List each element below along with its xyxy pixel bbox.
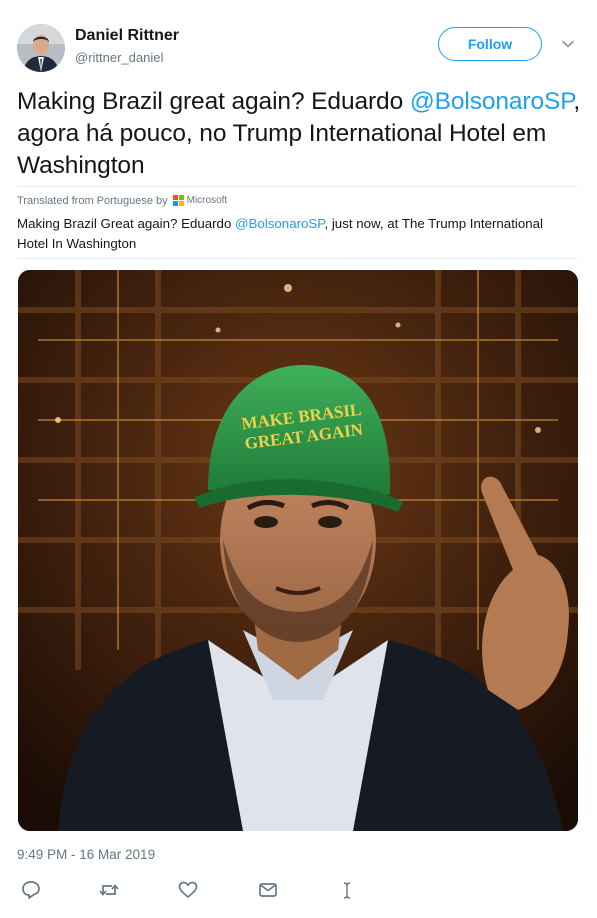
envelope-icon[interactable]	[256, 878, 280, 902]
user-handle[interactable]: @rittner_daniel	[75, 50, 163, 65]
translated-text: Making Brazil Great again? Eduardo @Bols…	[17, 214, 577, 254]
tweet-timestamp[interactable]: 9:49 PM - 16 Mar 2019	[17, 847, 155, 862]
avatar-image	[17, 24, 65, 72]
follow-button[interactable]: Follow	[438, 27, 542, 61]
translation-notice: Translated from Portuguese by Microsoft	[17, 186, 577, 214]
chevron-down-icon[interactable]	[561, 38, 575, 50]
translation-notice-text: Translated from Portuguese by	[17, 194, 168, 207]
display-name[interactable]: Daniel Rittner	[75, 27, 179, 45]
tweet-actions	[17, 878, 577, 908]
heart-icon[interactable]	[176, 878, 200, 902]
reply-icon[interactable]	[19, 878, 43, 902]
translated-text-part: Making Brazil Great again? Eduardo	[17, 216, 236, 231]
retweet-icon[interactable]	[97, 878, 121, 902]
mention-link[interactable]: @BolsonaroSP	[410, 88, 574, 115]
tweet-text: Making Brazil great again? Eduardo @Bols…	[17, 86, 582, 182]
tweet-text-part: Making Brazil great again? Eduardo	[17, 88, 410, 115]
text-cursor-icon	[343, 882, 351, 899]
avatar[interactable]	[17, 24, 65, 72]
divider	[17, 258, 577, 259]
tweet-header: Daniel Rittner @rittner_daniel Follow	[17, 20, 580, 72]
mention-link[interactable]: @BolsonaroSP	[235, 216, 324, 231]
translation-provider[interactable]: Microsoft	[187, 195, 228, 206]
tweet-photo[interactable]: MAKE BRASIL GREAT AGAIN	[18, 270, 578, 831]
microsoft-logo-icon	[172, 195, 184, 206]
selfie-photo: MAKE BRASIL GREAT AGAIN	[18, 270, 578, 831]
